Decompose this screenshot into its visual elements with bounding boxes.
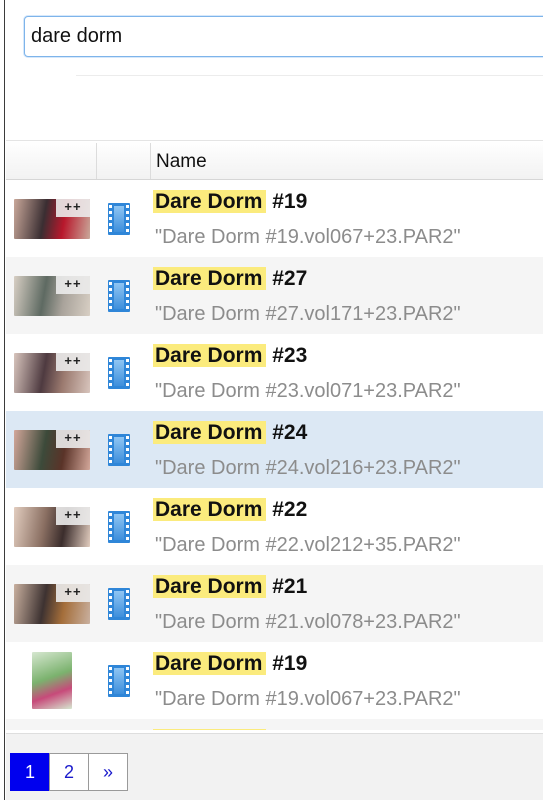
next-page-button[interactable]: » xyxy=(88,753,128,791)
result-filename: "Dare Dorm #19.vol067+23.PAR2" xyxy=(155,688,461,710)
video-thumbnail: ++ xyxy=(14,276,90,316)
search-match-highlight: Dare Dorm xyxy=(153,421,267,444)
video-thumbnail: ++ xyxy=(14,199,90,239)
window-left-border xyxy=(0,0,5,800)
result-filename: "Dare Dorm #27.vol171+23.PAR2" xyxy=(155,303,461,325)
result-filename: "Dare Dorm #21.vol078+23.PAR2" xyxy=(155,611,461,633)
result-title-rest: #24 xyxy=(266,421,308,444)
video-file-icon xyxy=(108,434,130,466)
video-file-icon xyxy=(108,588,130,620)
result-title[interactable]: Dare Dorm #23 xyxy=(153,344,307,368)
search-match-highlight: Dare Dorm xyxy=(153,652,267,675)
result-row[interactable]: ++ Dare Dorm #27 "Dare Dorm #27.vol171+23.… xyxy=(6,257,543,334)
pagination: 1 2» xyxy=(10,753,128,791)
result-row[interactable]: Dare Dorm #7 - Cd2 xyxy=(6,719,543,730)
search-match-highlight: Dare Dorm xyxy=(153,190,267,213)
page-button-2[interactable]: 2 xyxy=(49,753,89,791)
result-title[interactable]: Dare Dorm #7 - Cd2 xyxy=(153,729,354,730)
thumbnail-badge: ++ xyxy=(56,507,90,525)
result-title-rest: #7 - Cd2 xyxy=(266,729,354,730)
result-filename: "Dare Dorm #19.vol067+23.PAR2" xyxy=(155,226,461,248)
search-area xyxy=(6,0,543,140)
column-header-name[interactable]: Name xyxy=(156,151,207,173)
search-match-highlight: Dare Dorm xyxy=(153,729,267,730)
result-row[interactable]: ++ Dare Dorm #21 "Dare Dorm #21.vol078+23.… xyxy=(6,565,543,642)
result-filename: "Dare Dorm #22.vol212+35.PAR2" xyxy=(155,534,461,556)
result-title[interactable]: Dare Dorm #27 xyxy=(153,267,307,291)
result-title-rest: #23 xyxy=(266,344,308,367)
result-filename: "Dare Dorm #23.vol071+23.PAR2" xyxy=(155,380,461,402)
search-match-highlight: Dare Dorm xyxy=(153,575,267,598)
result-title-rest: #21 xyxy=(266,575,308,598)
video-file-icon xyxy=(108,511,130,543)
result-filename: "Dare Dorm #24.vol216+23.PAR2" xyxy=(155,457,461,479)
result-title-rest: #19 xyxy=(266,652,308,675)
thumbnail-badge: ++ xyxy=(56,199,90,217)
video-file-icon xyxy=(108,203,130,235)
thumbnail-badge: ++ xyxy=(56,584,90,602)
results-table-header: Name xyxy=(6,140,543,180)
video-file-icon xyxy=(108,357,130,389)
result-title-rest: #22 xyxy=(266,498,308,521)
search-match-highlight: Dare Dorm xyxy=(153,498,267,521)
thumbnail-badge: ++ xyxy=(56,430,90,448)
video-thumbnail: ++ xyxy=(14,353,90,393)
thumbnail-badge: ++ xyxy=(56,276,90,294)
search-match-highlight: Dare Dorm xyxy=(153,344,267,367)
result-title[interactable]: Dare Dorm #22 xyxy=(153,498,307,522)
result-title-rest: #27 xyxy=(266,267,308,290)
result-row[interactable]: Dare Dorm #19 "Dare Dorm #19.vol067+23.PA… xyxy=(6,642,543,719)
video-thumbnail: ++ xyxy=(14,507,90,547)
thumbnail-badge: ++ xyxy=(56,353,90,371)
search-match-highlight: Dare Dorm xyxy=(153,267,267,290)
column-separator[interactable] xyxy=(96,143,97,179)
result-title[interactable]: Dare Dorm #19 xyxy=(153,190,307,214)
result-title[interactable]: Dare Dorm #21 xyxy=(153,575,307,599)
result-row[interactable]: ++ Dare Dorm #24 "Dare Dorm #24.vol216+23.… xyxy=(6,411,543,488)
video-thumbnail: ++ xyxy=(14,584,90,624)
search-divider xyxy=(76,75,543,76)
results-list: ++ Dare Dorm #19 "Dare Dorm #19.vol067+23.… xyxy=(6,180,543,730)
result-row[interactable]: ++ Dare Dorm #19 "Dare Dorm #19.vol067+23.… xyxy=(6,180,543,257)
video-file-icon xyxy=(108,280,130,312)
result-title[interactable]: Dare Dorm #24 xyxy=(153,421,307,445)
result-title[interactable]: Dare Dorm #19 xyxy=(153,652,307,676)
video-file-icon xyxy=(108,665,130,697)
page-button-1[interactable]: 1 xyxy=(10,753,50,791)
search-input[interactable] xyxy=(24,16,543,57)
result-row[interactable]: ++ Dare Dorm #22 "Dare Dorm #22.vol212+35.… xyxy=(6,488,543,565)
video-thumbnail: ++ xyxy=(14,430,90,470)
pagination-bar: 1 2» xyxy=(6,733,543,800)
result-title-rest: #19 xyxy=(266,190,308,213)
column-separator[interactable] xyxy=(150,143,151,179)
result-row[interactable]: ++ Dare Dorm #23 "Dare Dorm #23.vol071+23.… xyxy=(6,334,543,411)
cover-thumbnail xyxy=(32,652,72,709)
